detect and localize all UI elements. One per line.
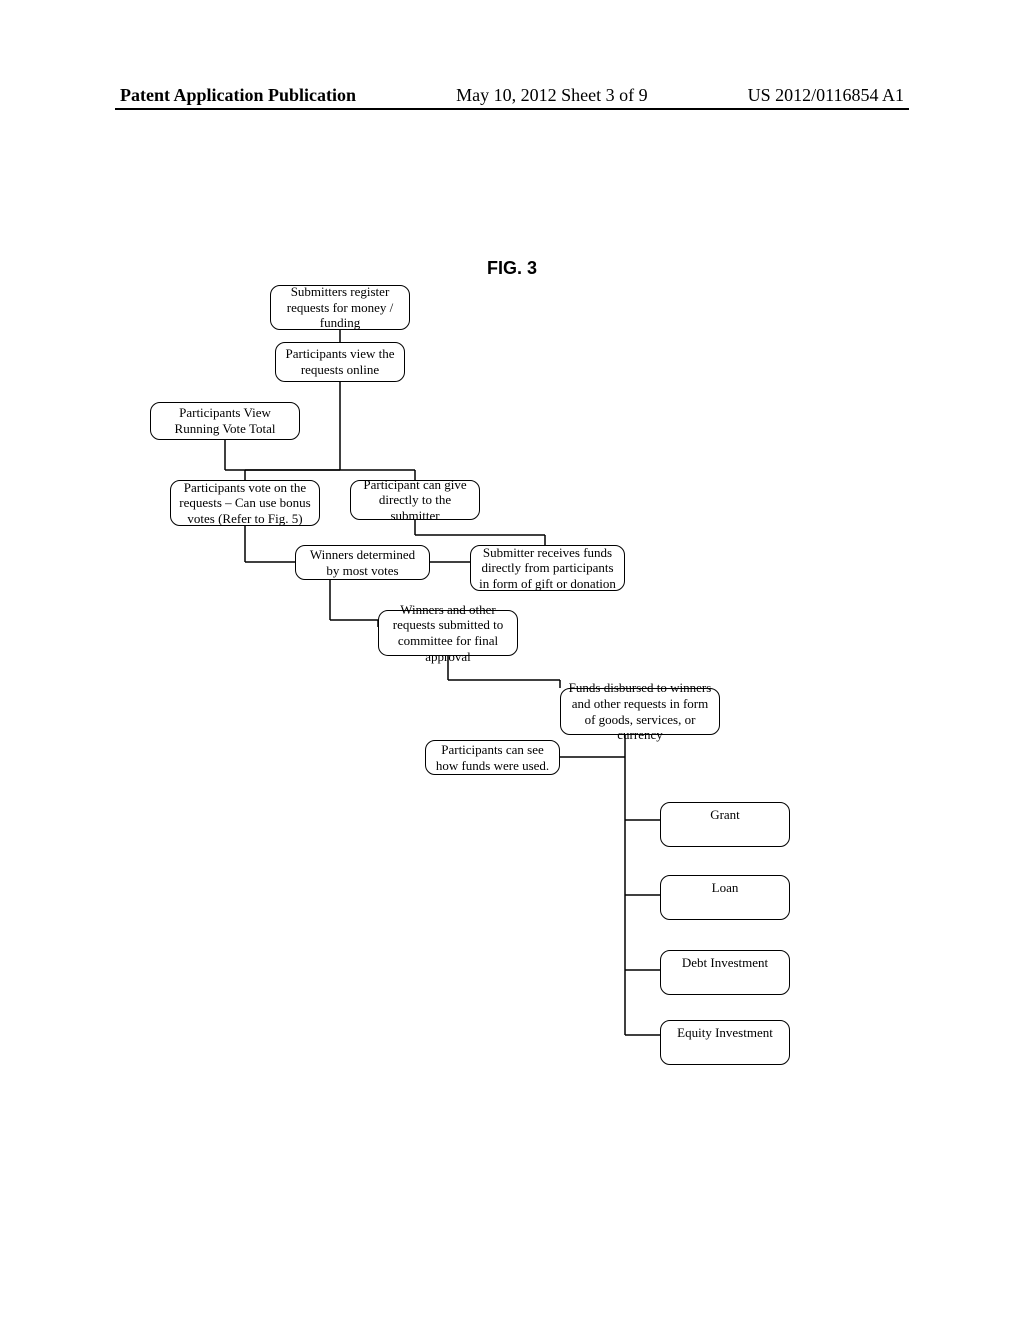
flowchart: Submitters register requests for money /… bbox=[0, 280, 1024, 1180]
box-participants-vote: Participants vote on the requests – Can … bbox=[170, 480, 320, 526]
box-loan: Loan bbox=[660, 875, 790, 920]
header-publication: Patent Application Publication bbox=[120, 85, 356, 106]
box-funds-disbursed: Funds disbursed to winners and other req… bbox=[560, 688, 720, 735]
box-debt-investment: Debt Investment bbox=[660, 950, 790, 995]
box-submitter-receives: Submitter receives funds directly from p… bbox=[470, 545, 625, 591]
box-committee-approval: Winners and other requests submitted to … bbox=[378, 610, 518, 656]
box-running-vote-total: Participants View Running Vote Total bbox=[150, 402, 300, 440]
box-grant: Grant bbox=[660, 802, 790, 847]
box-participants-view: Participants view the requests online bbox=[275, 342, 405, 382]
box-winners-determined: Winners determined by most votes bbox=[295, 545, 430, 580]
page-header: Patent Application Publication May 10, 2… bbox=[0, 85, 1024, 106]
box-equity-investment: Equity Investment bbox=[660, 1020, 790, 1065]
box-see-funds-used: Participants can see how funds were used… bbox=[425, 740, 560, 775]
box-give-directly: Participant can give directly to the sub… bbox=[350, 480, 480, 520]
header-rule bbox=[115, 108, 909, 110]
box-submitters-register: Submitters register requests for money /… bbox=[270, 285, 410, 330]
figure-title: FIG. 3 bbox=[0, 258, 1024, 279]
header-docnum: US 2012/0116854 A1 bbox=[748, 85, 904, 106]
header-date-sheet: May 10, 2012 Sheet 3 of 9 bbox=[456, 85, 647, 106]
